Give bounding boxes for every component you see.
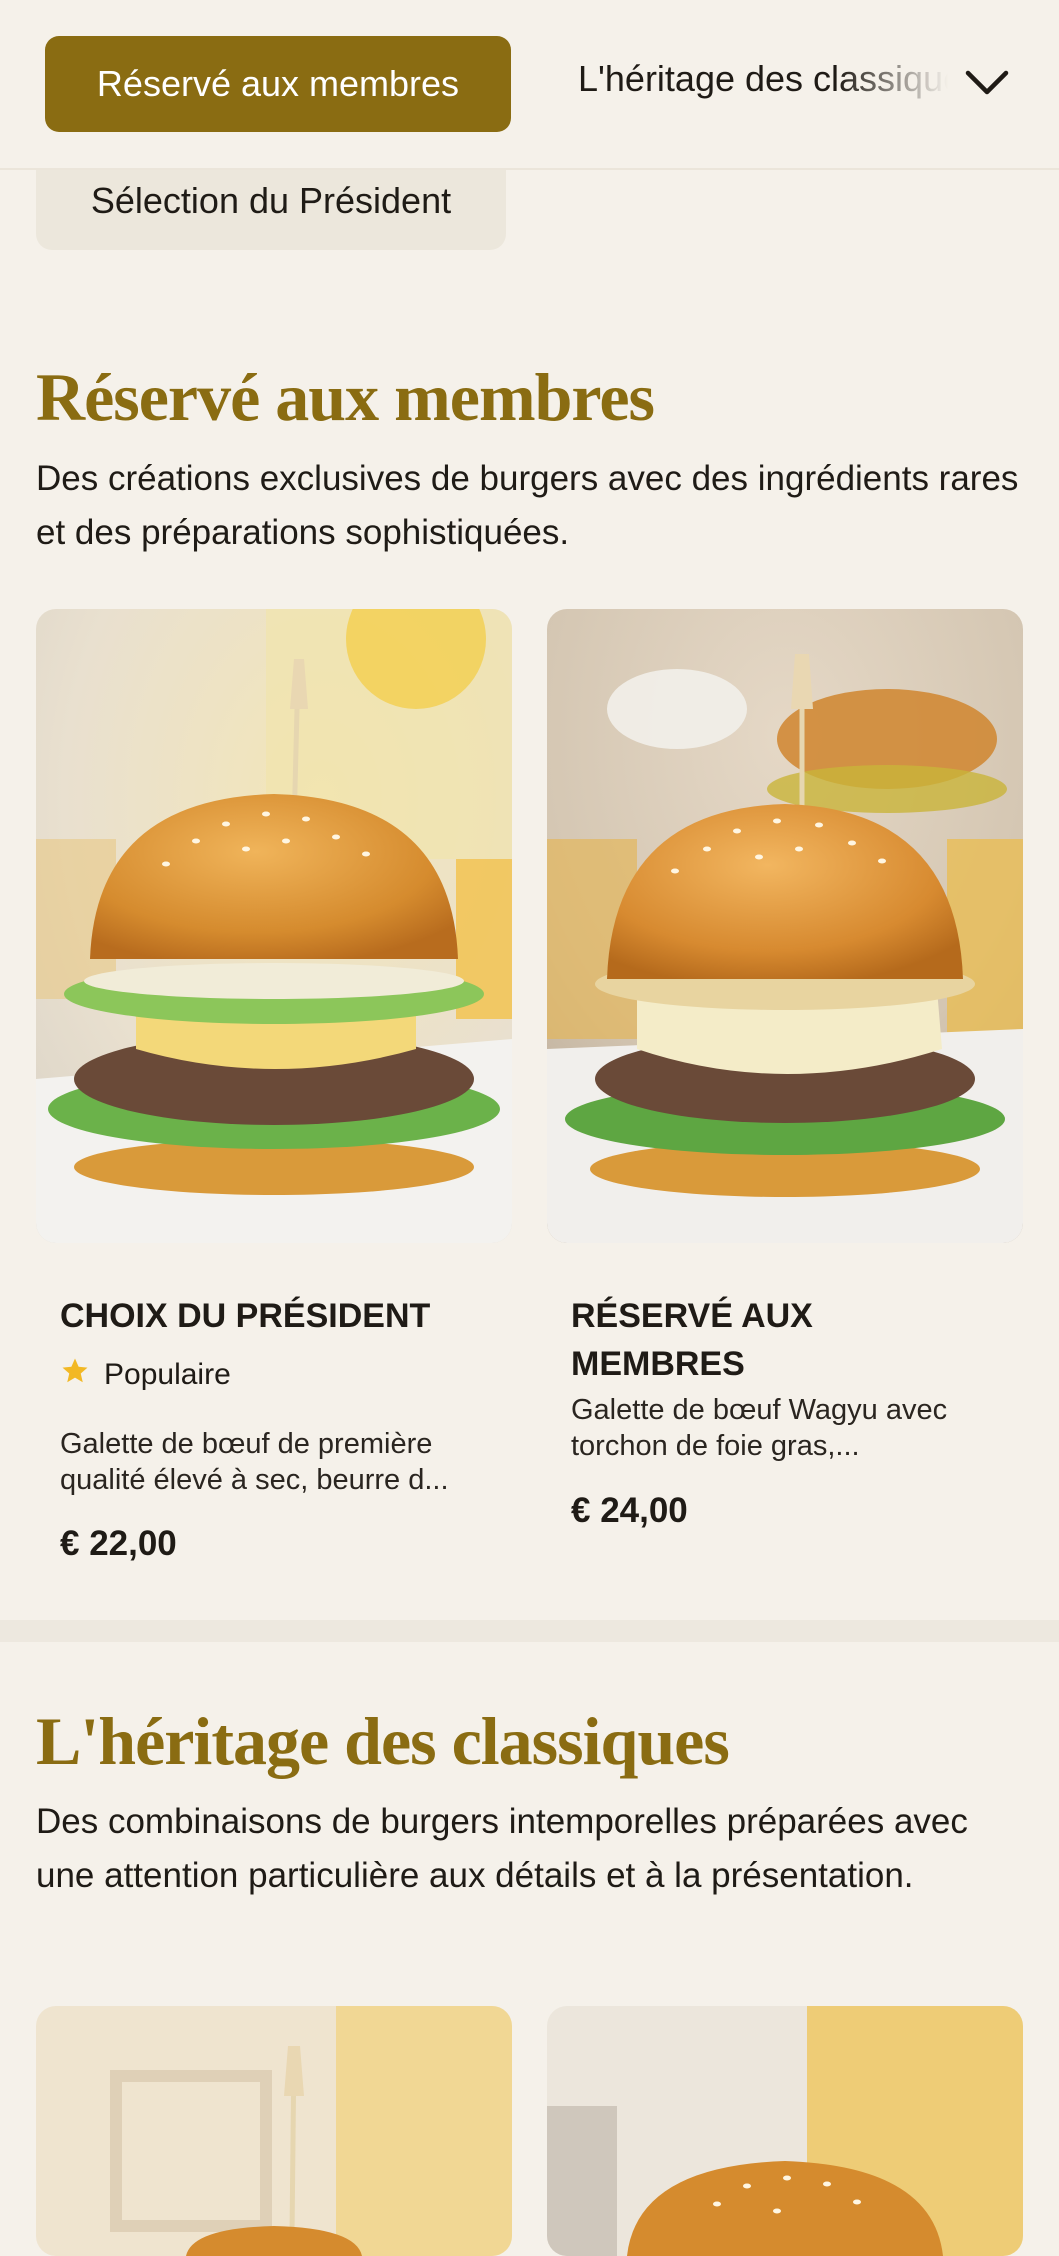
popular-badge: Populaire: [60, 1356, 231, 1394]
burger-image[interactable]: [547, 2006, 1023, 2256]
item-price: € 24,00: [571, 1491, 688, 1530]
section-description: Des combinaisons de burgers intemporelle…: [36, 1802, 968, 1895]
burger-image[interactable]: [547, 609, 1023, 1243]
section-divider: [0, 1620, 1059, 1642]
item-title[interactable]: CHOIX DU PRÉSIDENT: [60, 1292, 500, 1340]
item-price: € 22,00: [60, 1524, 177, 1563]
section-title: Réservé aux membres: [36, 359, 655, 435]
item-title[interactable]: RÉSERVÉ AUX MEMBRES: [571, 1292, 871, 1388]
section-title: L'héritage des classiques: [36, 1703, 730, 1779]
category-tab-next[interactable]: L'héritage des classiques: [578, 58, 948, 100]
burger-image[interactable]: [36, 609, 512, 1243]
chevron-down-icon[interactable]: [962, 58, 1012, 108]
section-description: Des créations exclusives de burgers avec…: [36, 459, 1019, 552]
item-description: Galette de bœuf de première qualité élev…: [60, 1428, 449, 1496]
category-nav-bar: Réservé aux membres L'héritage des class…: [0, 0, 1059, 170]
burger-image[interactable]: [36, 2006, 512, 2256]
badge-label: Populaire: [104, 1358, 231, 1391]
category-tab-active[interactable]: Réservé aux membres: [45, 36, 511, 132]
item-description: Galette de bœuf Wagyu avec torchon de fo…: [571, 1394, 948, 1462]
star-icon: [60, 1356, 90, 1394]
